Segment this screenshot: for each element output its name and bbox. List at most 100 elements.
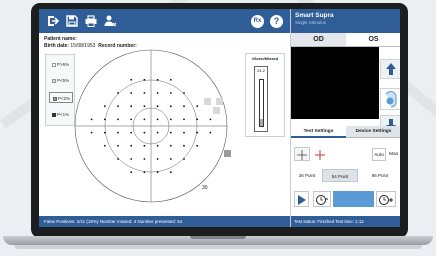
test-point	[169, 158, 172, 160]
test-point	[209, 118, 212, 121]
defect-marker	[216, 98, 223, 105]
26-point-button[interactable]: 26 Point	[293, 169, 321, 182]
test-point	[130, 105, 133, 108]
legend-item-p-lt-2[interactable]: P<2%	[49, 92, 73, 103]
test-point	[169, 92, 172, 94]
test-point	[130, 92, 133, 94]
patient-icon[interactable]	[103, 14, 117, 28]
test-point	[143, 158, 146, 160]
auto-button[interactable]: Auto	[372, 148, 386, 161]
start-test-button[interactable]	[294, 191, 309, 207]
fixation-target-icon[interactable]	[314, 148, 326, 160]
field-scale-label: 30	[202, 185, 208, 191]
eye-camera-view	[291, 47, 379, 119]
visual-field-plot: 30	[74, 49, 231, 203]
legend-label: P<5%	[57, 78, 70, 83]
test-point	[143, 78, 146, 81]
legend-swatch	[52, 78, 56, 83]
test-point	[103, 144, 106, 147]
timer-plus-icon	[379, 195, 393, 205]
test-point	[156, 92, 159, 94]
speed-decrease-button[interactable]	[313, 191, 331, 207]
test-point	[196, 131, 199, 134]
test-point	[117, 92, 119, 94]
test-point	[169, 78, 172, 81]
rx-button[interactable]: Rx	[251, 15, 264, 28]
test-point	[143, 131, 146, 134]
defect-marker	[204, 98, 211, 105]
test-point	[117, 118, 119, 121]
seen-missed-bar	[259, 79, 264, 127]
test-point	[169, 171, 172, 174]
tab-od[interactable]: OD	[291, 33, 346, 47]
tab-device-settings[interactable]: Device Settings	[346, 126, 400, 138]
test-point	[183, 131, 185, 134]
status-bar: False Positives: 2/11 (18%) Number misse…	[39, 216, 290, 227]
test-point	[130, 131, 133, 134]
test-title: Smart Supra	[295, 12, 334, 19]
test-point	[156, 118, 159, 121]
test-point	[130, 158, 133, 160]
eye-position-icon	[385, 91, 396, 108]
test-point	[130, 171, 133, 174]
test-point	[117, 144, 119, 147]
test-point	[117, 158, 119, 160]
speed-indicator	[333, 191, 374, 207]
defect-marker	[213, 107, 220, 114]
test-point	[183, 158, 185, 160]
man-button[interactable]: Man	[389, 148, 398, 161]
tab-os[interactable]: OS	[346, 33, 400, 47]
right-panel: Smart Supra Single Stimulus OD OS Test S…	[290, 9, 400, 227]
legend-label: P>5%	[57, 62, 70, 67]
test-point	[143, 171, 146, 174]
move-up-button[interactable]	[380, 59, 400, 79]
test-point	[156, 131, 159, 134]
seen-missed-title: #Seen/Missed	[251, 56, 279, 61]
test-point	[143, 144, 146, 147]
seen-missed-fill	[260, 119, 263, 126]
main-toolbar: Rx ?	[39, 9, 290, 33]
exit-icon[interactable]	[46, 14, 60, 28]
settings-tabs: Test Settings Device Settings	[291, 126, 400, 138]
legend-item-p-lt-1[interactable]: P<1%	[49, 109, 73, 120]
legend-label: P<2%	[58, 96, 71, 101]
legend-label: P<1%	[57, 112, 70, 117]
test-point	[143, 118, 146, 121]
birth-date-label: Birth date:	[44, 43, 69, 49]
tab-test-settings[interactable]: Test Settings	[291, 126, 346, 138]
test-point	[156, 144, 159, 147]
test-point	[103, 131, 106, 134]
fixation-cross-button[interactable]	[294, 147, 310, 161]
test-point	[130, 78, 133, 81]
test-point	[130, 144, 133, 147]
test-point	[103, 105, 106, 108]
legend-swatch	[52, 62, 56, 67]
legend-item-p-gt-5[interactable]: P>5%	[49, 59, 73, 70]
save-icon[interactable]	[65, 14, 79, 28]
test-header: Smart Supra Single Stimulus	[291, 9, 400, 33]
speed-increase-button[interactable]	[376, 191, 396, 207]
test-point	[130, 118, 133, 121]
test-point	[156, 158, 159, 160]
test-point	[90, 118, 93, 121]
cross-icon	[297, 150, 307, 160]
54-point-button[interactable]: 54 Point	[322, 169, 358, 182]
86-point-button[interactable]: 86 Point	[363, 169, 397, 182]
test-point	[156, 171, 159, 174]
test-point	[169, 105, 172, 108]
test-point	[156, 105, 159, 108]
test-point	[196, 118, 199, 121]
test-point	[183, 105, 185, 108]
eye-tabs: OD OS	[291, 33, 400, 47]
eye-position-button[interactable]	[380, 88, 400, 110]
help-button[interactable]: ?	[270, 15, 283, 28]
laptop-shadow	[14, 245, 422, 249]
legend-swatch	[53, 96, 57, 101]
test-subtitle: Single Stimulus	[295, 20, 327, 25]
test-point	[196, 105, 199, 108]
test-point	[156, 78, 159, 81]
test-point	[90, 131, 93, 134]
legend-item-p-lt-5[interactable]: P<5%	[49, 75, 73, 86]
test-point	[103, 118, 106, 121]
print-icon[interactable]	[84, 14, 98, 28]
